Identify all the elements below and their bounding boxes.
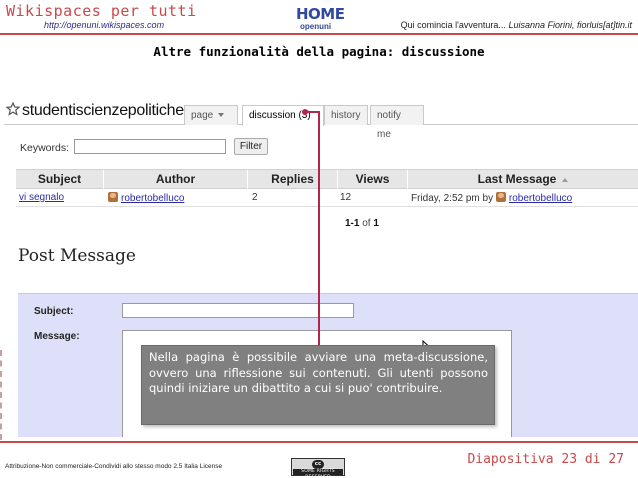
slide-number: Diapositiva 23 di 27 (467, 452, 624, 467)
sort-arrow-icon (562, 177, 569, 182)
wiki-space-name[interactable]: studentiscienzepolitiche (22, 102, 184, 120)
last-message-user-link[interactable]: robertobelluco (509, 193, 572, 204)
last-message-time: Friday, 2:52 pm by (411, 193, 494, 204)
page-heading: Altre funzionalità della pagina: discuss… (153, 44, 485, 59)
author-link[interactable]: robertobelluco (121, 193, 184, 204)
star-icon[interactable] (6, 102, 20, 116)
column-last-message-label: Last Message (477, 172, 557, 186)
keywords-label: Keywords: (20, 142, 70, 154)
subject-label: Subject: (34, 306, 74, 317)
column-last-message[interactable]: Last Message (408, 170, 638, 189)
column-subject[interactable]: Subject (16, 170, 104, 189)
discussion-table-header: Subject Author Replies Views Last Messag… (16, 169, 638, 189)
keywords-input[interactable] (74, 139, 226, 154)
tab-page[interactable]: page (184, 105, 238, 125)
left-dashed-rule (0, 350, 2, 440)
footer-divider (0, 441, 638, 443)
post-message-heading: Post Message (18, 246, 136, 266)
page-caret-icon (218, 113, 225, 118)
slide-header-info: Qui comincia l'avventura... Luisanna Fio… (401, 20, 632, 30)
column-views[interactable]: Views (338, 170, 408, 189)
thread-subject-link[interactable]: vi segnalo (19, 192, 64, 203)
filter-button[interactable]: Filter (234, 138, 268, 155)
annotation-callout: Nella pagina è possibile avviare una met… (141, 345, 495, 425)
header-divider (0, 33, 638, 35)
column-author[interactable]: Author (104, 170, 248, 189)
cc-badge-text: SOME RIGHTS RESERVED (293, 469, 343, 478)
tab-notify-me[interactable]: notify me (370, 105, 424, 140)
home-openuni-logo: HOME openuni (296, 5, 345, 33)
table-row: vi segnalo robertobelluco 2 12 Friday, 2… (16, 189, 638, 207)
tab-discussion[interactable]: discussion (3) (242, 105, 324, 126)
tab-history[interactable]: history (324, 105, 368, 125)
wiki-topbar: studentiscienzepolitiche page discussion… (4, 97, 638, 140)
slide-authors: Luisanna Fiorini, fiorluis[at]tin.it (508, 20, 632, 30)
thread-author: robertobelluco (108, 192, 184, 204)
logo-home-text: HOME (296, 5, 345, 23)
pagination-range: 1-1 (345, 218, 360, 229)
thread-views: 12 (340, 192, 352, 203)
slide-title: Wikispaces per tutti (6, 2, 197, 20)
slide-tagline: Qui comincia l'avventura... (400, 20, 506, 30)
avatar-icon (495, 192, 506, 202)
license-text: Attribuzione-Non commerciale-Condividi a… (5, 463, 223, 470)
creative-commons-badge[interactable]: cc SOME RIGHTS RESERVED (291, 458, 345, 478)
logo-openuni-text: openuni (300, 22, 332, 31)
slide-url[interactable]: http://openuni.wikispaces.com (44, 20, 164, 30)
pagination-of: of (362, 218, 371, 229)
pagination-total: 1 (373, 218, 379, 229)
message-label: Message: (34, 331, 80, 342)
thread-replies: 2 (252, 192, 258, 203)
callout-connector-vertical (318, 111, 320, 345)
cc-icon: cc (312, 460, 324, 469)
pagination: 1-1 of 1 (345, 218, 379, 229)
tab-page-label: page (191, 110, 214, 121)
column-replies[interactable]: Replies (248, 170, 338, 189)
avatar-icon (108, 192, 118, 202)
thread-last-message: Friday, 2:52 pm by robertobelluco (411, 192, 572, 204)
